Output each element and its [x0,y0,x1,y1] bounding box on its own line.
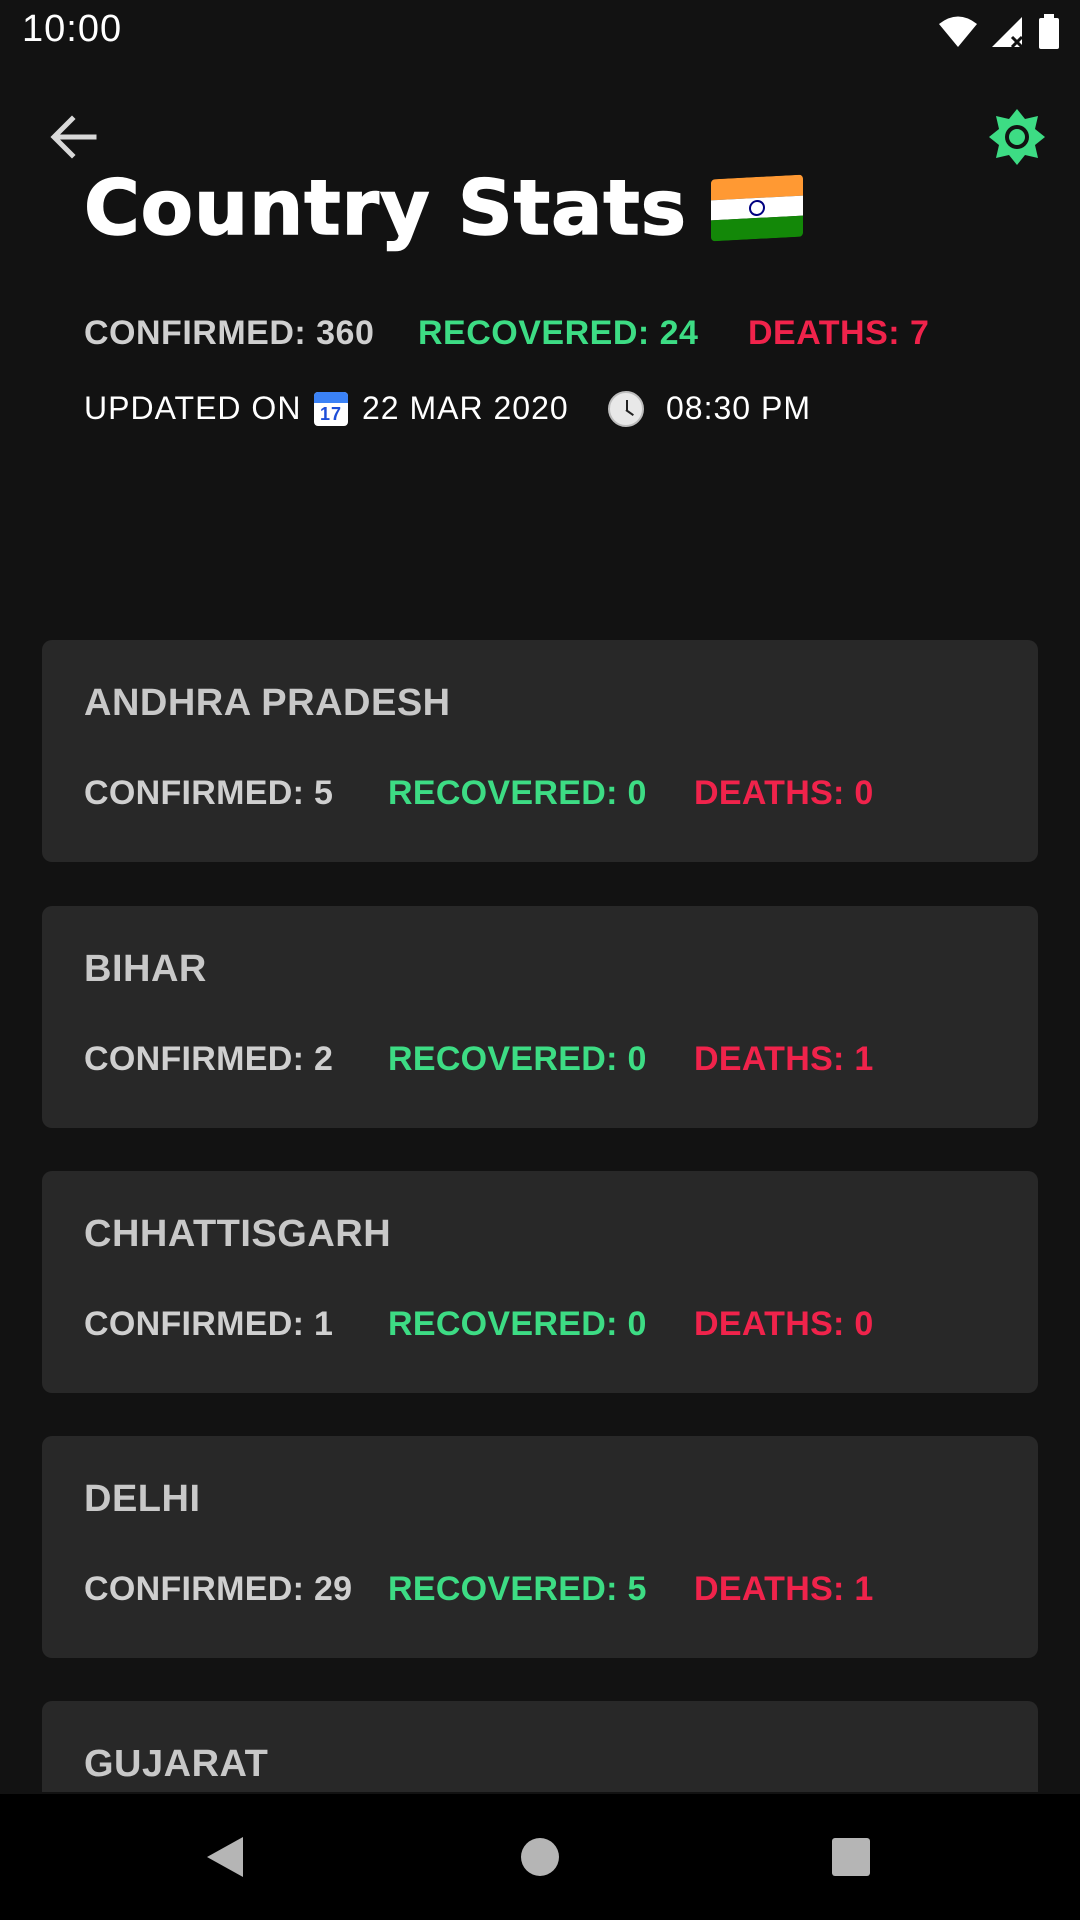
summary-confirmed: CONFIRMED: 360 [84,314,375,352]
state-card-andhra-pradesh[interactable]: ANDHRA PRADESH CONFIRMED: 5 RECOVERED: 0… [42,640,1038,862]
state-name: ANDHRA PRADESH [84,682,451,724]
state-recovered: RECOVERED: 5 [388,1570,647,1608]
summary-recovered: RECOVERED: 24 [418,314,699,352]
state-recovered: RECOVERED: 0 [388,1040,647,1078]
state-recovered: RECOVERED: 0 [388,774,647,812]
page-title-text: Country Stats [83,162,687,253]
updated-label: UPDATED ON [84,390,302,426]
state-list[interactable]: ANDHRA PRADESH CONFIRMED: 5 RECOVERED: 0… [42,640,1038,1792]
state-deaths: DEATHS: 1 [694,1040,874,1078]
clock-icon [608,390,644,427]
theme-toggle-button[interactable] [984,104,1050,170]
nav-recents-button[interactable] [818,1824,884,1890]
state-confirmed: CONFIRMED: 5 [84,774,334,812]
state-name: GUJARAT [84,1743,269,1785]
state-name: DELHI [84,1478,201,1520]
brightness-icon [989,109,1045,165]
status-time: 10:00 [22,8,123,50]
state-name: CHHATTISGARH [84,1213,392,1255]
state-card-chhattisgarh[interactable]: CHHATTISGARH CONFIRMED: 1 RECOVERED: 0 D… [42,1171,1038,1393]
wifi-icon [939,16,977,47]
country-summary: CONFIRMED: 360 RECOVERED: 24 DEATHS: 7 [84,314,929,353]
nav-home-button[interactable] [507,1824,573,1890]
arrow-left-icon [50,115,97,159]
state-confirmed: CONFIRMED: 1 [84,1305,334,1343]
home-circle-icon [521,1838,559,1876]
back-triangle-icon [207,1837,243,1877]
system-nav-bar [0,1794,1080,1920]
state-name: BIHAR [84,948,207,990]
status-icons [938,14,1060,50]
state-confirmed: CONFIRMED: 2 [84,1040,334,1078]
state-deaths: DEATHS: 1 [694,1570,874,1608]
updated-info: UPDATED ON 17 22 MAR 2020 08:30 PM [84,390,811,427]
india-flag-icon [710,174,803,242]
updated-date: 22 MAR 2020 [362,390,569,426]
state-card-bihar[interactable]: BIHAR CONFIRMED: 2 RECOVERED: 0 DEATHS: … [42,906,1038,1128]
battery-icon [1039,14,1059,49]
state-deaths: DEATHS: 0 [694,774,874,812]
recents-square-icon [832,1838,870,1876]
calendar-icon: 17 [314,391,348,426]
state-card-delhi[interactable]: DELHI CONFIRMED: 29 RECOVERED: 5 DEATHS:… [42,1436,1038,1658]
status-bar: 10:00 [0,0,1080,64]
updated-time: 08:30 PM [666,390,811,426]
signal-icon [992,17,1024,49]
summary-deaths: DEATHS: 7 [748,314,930,352]
state-recovered: RECOVERED: 0 [388,1305,647,1343]
page-title: Country Stats [83,160,803,256]
state-confirmed: CONFIRMED: 29 [84,1570,353,1608]
nav-back-button[interactable] [192,1824,258,1890]
state-card-gujarat[interactable]: GUJARAT [42,1701,1038,1792]
state-deaths: DEATHS: 0 [694,1305,874,1343]
